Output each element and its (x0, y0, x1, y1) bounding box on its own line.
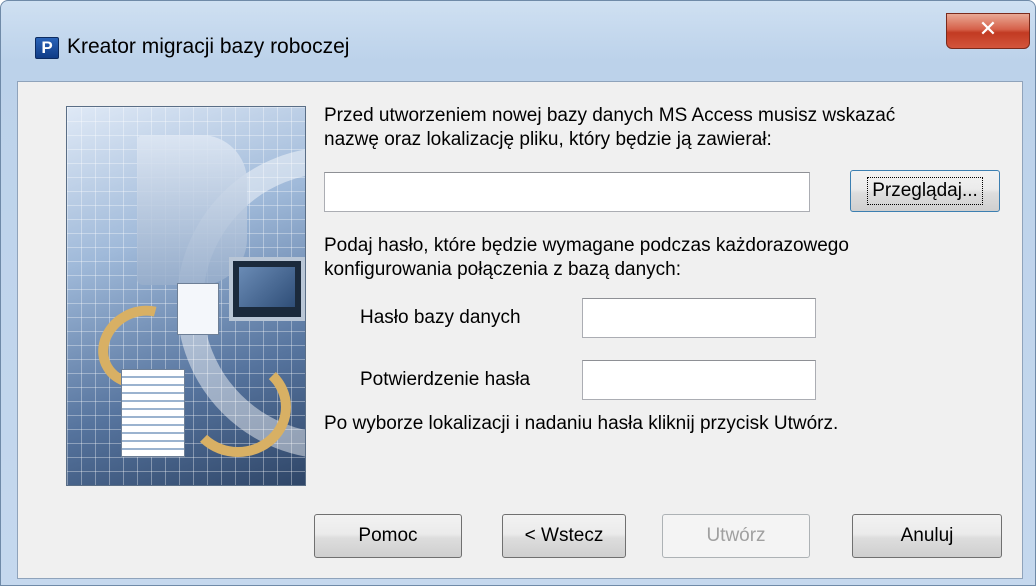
browse-button-label: Przeglądaj... (867, 177, 983, 205)
back-button[interactable]: < Wstecz (502, 514, 626, 558)
window-title: Kreator migracji bazy roboczej (67, 35, 350, 58)
password-intro-line2: konfigurowania połączenia z bazą danych: (324, 259, 682, 280)
title-bar[interactable]: P Kreator migracji bazy roboczej ✕ (1, 1, 1035, 81)
arrow-icon (185, 357, 291, 457)
wizard-illustration (66, 106, 306, 486)
password-label: Hasło bazy danych (360, 307, 521, 328)
file-path-input[interactable] (324, 172, 810, 212)
cancel-button[interactable]: Anuluj (852, 514, 1002, 558)
confirm-password-input[interactable] (582, 360, 816, 400)
intro-text-line2: nazwę oraz lokalizację pliku, który będz… (324, 129, 772, 150)
intro-text-line1: Przed utworzeniem nowej bazy danych MS A… (324, 105, 896, 126)
close-icon: ✕ (978, 17, 998, 42)
password-intro-line1: Podaj hasło, które będzie wymagane podcz… (324, 235, 849, 256)
password-input[interactable] (582, 298, 816, 338)
app-icon: P (35, 37, 59, 59)
help-button[interactable]: Pomoc (314, 514, 462, 558)
browse-button[interactable]: Przeglądaj... (850, 170, 1000, 212)
confirm-password-label: Potwierdzenie hasła (360, 369, 531, 390)
wizard-window: P Kreator migracji bazy roboczej ✕ Przed… (0, 0, 1036, 586)
footer-instruction: Po wyborze lokalizacji i nadaniu hasła k… (324, 413, 839, 434)
wizard-content: Przed utworzeniem nowej bazy danych MS A… (17, 81, 1023, 579)
report-icon (121, 369, 185, 457)
document-icon (177, 283, 219, 335)
close-button[interactable]: ✕ (946, 13, 1030, 49)
create-button[interactable]: Utwórz (662, 514, 810, 558)
monitor-icon (229, 257, 305, 321)
